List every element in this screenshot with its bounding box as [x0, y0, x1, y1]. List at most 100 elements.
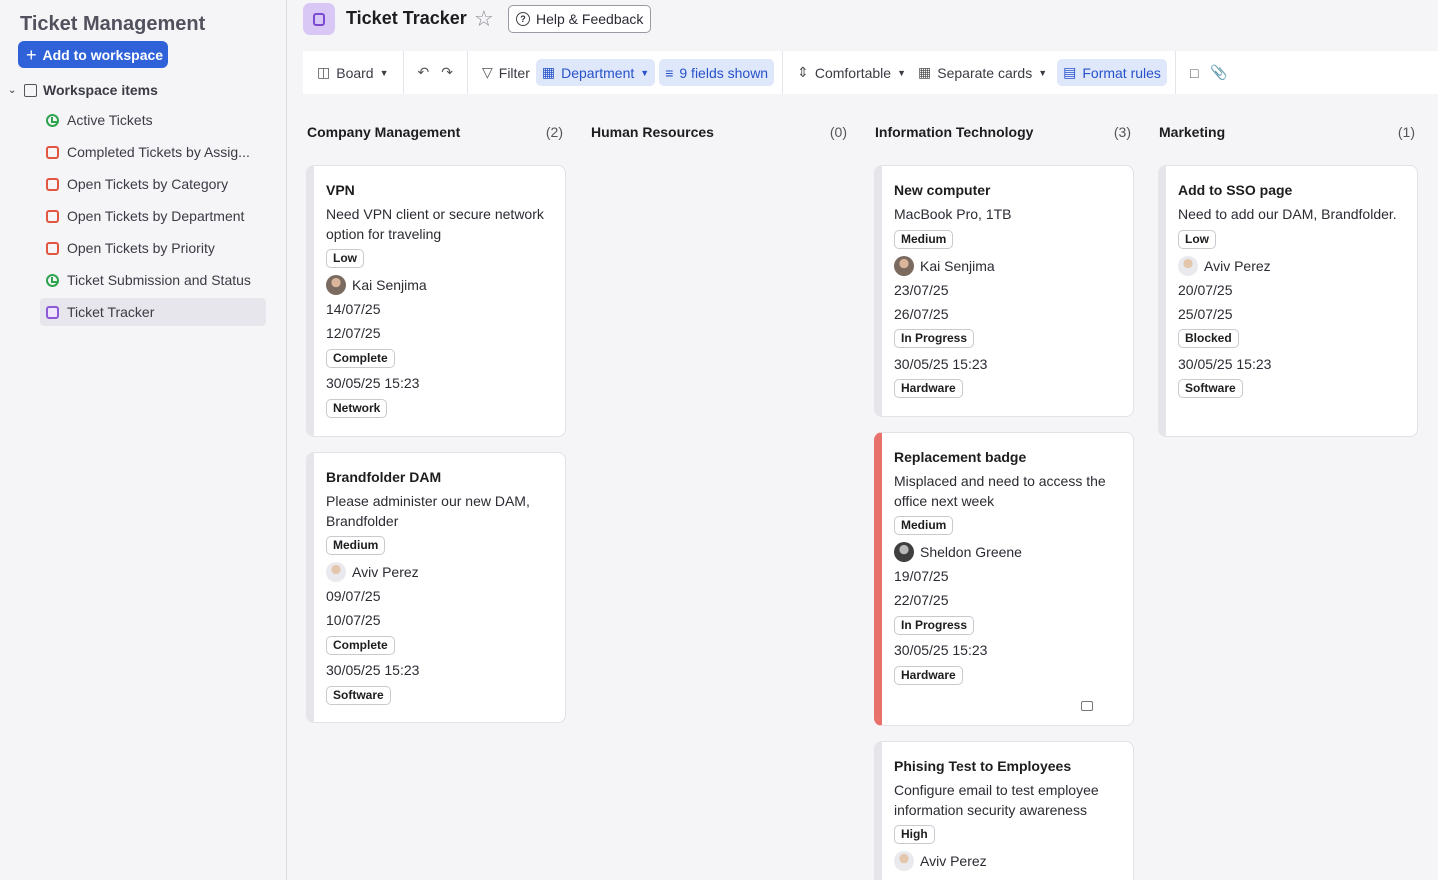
sidebar-item-submission-status[interactable]: Ticket Submission and Status — [40, 266, 266, 294]
chevron-down-icon: ▼ — [640, 67, 650, 78]
sidebar-item-ticket-tracker[interactable]: Ticket Tracker — [40, 298, 266, 326]
column-header: Company Management (2) — [303, 124, 563, 142]
card-description: MacBook Pro, 1TB — [894, 206, 1012, 222]
avatar — [326, 275, 346, 295]
comment-icon[interactable] — [1081, 701, 1093, 711]
sliders-icon: ≡ — [665, 64, 674, 81]
column-title: Marketing — [1159, 124, 1226, 140]
status-badge: In Progress — [894, 615, 975, 635]
column-header: Human Resources (0) — [587, 124, 847, 142]
start-date: 14/07/25 — [326, 301, 381, 317]
board-icon — [303, 3, 335, 35]
workspace-items-toggle[interactable]: ⌄ Workspace items — [8, 80, 158, 100]
priority-badge: High — [894, 825, 935, 844]
workspace-items-label: Workspace items — [43, 82, 158, 98]
assignee: Aviv Perez — [1178, 254, 1405, 278]
assignee: Kai Senjima — [326, 273, 553, 297]
ticket-card[interactable]: VPN Need VPN client or secure network op… — [306, 165, 566, 437]
board-column: Information Technology (3) — [871, 124, 1131, 142]
avatar — [1178, 255, 1198, 276]
plus-icon: + — [26, 44, 37, 65]
sidebar-item-label: Ticket Tracker — [67, 304, 155, 320]
workspace-title: Ticket Management — [20, 13, 206, 35]
card-title: New computer — [894, 182, 991, 198]
sidebar-item-open-by-category[interactable]: Open Tickets by Category — [40, 170, 266, 198]
due-date: 10/07/25 — [326, 612, 381, 628]
card-description: Configure email to test employee informa… — [894, 782, 1099, 818]
column-title: Information Technology — [875, 124, 1034, 140]
assignee: Kai Senjima — [894, 254, 1121, 278]
card-style-label: Separate cards — [937, 64, 1033, 81]
start-date: 09/07/25 — [326, 588, 381, 604]
sidebar-item-label: Open Tickets by Category — [67, 176, 229, 192]
help-feedback-button[interactable]: ? Help & Feedback — [508, 5, 652, 33]
chevron-down-icon: ▼ — [1038, 67, 1048, 78]
undo-button[interactable]: ↶ — [412, 59, 436, 86]
card-style-button[interactable]: ▦ Separate cards ▼ — [912, 59, 1053, 86]
sidebar-item-active-tickets[interactable]: Active Tickets — [40, 106, 266, 134]
star-icon[interactable]: ☆ — [474, 6, 494, 32]
ticket-card[interactable]: Phising Test to Employees Configure emai… — [874, 741, 1134, 880]
grid-icon: ▦ — [918, 64, 932, 80]
category-badge: Software — [326, 685, 391, 705]
density-button[interactable]: ⇕ Comfortable ▼ — [791, 59, 912, 86]
group-by-button[interactable]: ▦ Department ▼ — [535, 59, 656, 86]
page-title: Ticket Tracker — [346, 8, 467, 28]
filter-button[interactable]: ▽ Filter — [476, 59, 536, 86]
format-rules-button[interactable]: ▤ Format rules — [1057, 59, 1167, 86]
view-label: Board — [336, 64, 374, 81]
sidebar-item-label: Open Tickets by Department — [67, 208, 245, 224]
filter-icon: ▽ — [481, 64, 493, 80]
add-to-workspace-label: Add to workspace — [42, 46, 164, 63]
divider — [466, 51, 468, 94]
comment-icon: □ — [1189, 64, 1199, 81]
sidebar-item-completed-tickets[interactable]: Completed Tickets by Assig... — [40, 138, 266, 166]
ticket-card[interactable]: Replacement badge Misplaced and need to … — [874, 432, 1134, 726]
report-icon — [46, 177, 59, 191]
sidebar: Ticket Management + Add to workspace ⌄ W… — [0, 0, 287, 880]
ticket-card[interactable]: Add to SSO page Need to add our DAM, Bra… — [1158, 165, 1418, 437]
sidebar-item-open-by-priority[interactable]: Open Tickets by Priority — [40, 234, 266, 262]
fields-button[interactable]: ≡ 9 fields shown — [659, 59, 775, 86]
category-badge: Network — [326, 398, 388, 418]
created-date: 30/05/25 15:23 — [326, 662, 420, 678]
dashboard-icon — [46, 273, 59, 287]
divider — [1174, 51, 1176, 94]
card-title: Add to SSO page — [1178, 182, 1293, 198]
status-badge: Complete — [326, 635, 395, 655]
sidebar-item-open-by-department[interactable]: Open Tickets by Department — [40, 202, 266, 230]
group-icon: ▦ — [541, 64, 556, 80]
card-description: Need to add our DAM, Brandfolder. — [1178, 206, 1397, 222]
card-title: Brandfolder DAM — [326, 469, 442, 485]
card-description: Misplaced and need to access the office … — [894, 473, 1106, 509]
column-header: Marketing (1) — [1155, 124, 1415, 142]
report-icon — [46, 209, 59, 223]
help-feedback-label: Help & Feedback — [536, 11, 644, 27]
status-badge: In Progress — [894, 329, 975, 348]
column-count: (3) — [1113, 124, 1131, 140]
sidebar-item-label: Ticket Submission and Status — [67, 272, 251, 288]
assignee: Aviv Perez — [326, 560, 553, 584]
add-to-workspace-button[interactable]: + Add to workspace — [18, 41, 168, 68]
start-date: 19/07/25 — [894, 568, 949, 584]
priority-badge: Low — [1178, 229, 1216, 249]
priority-badge: Low — [326, 249, 364, 268]
category-badge: Hardware — [894, 379, 963, 398]
board-column: Marketing (1) — [1155, 124, 1415, 142]
ticket-card[interactable]: Brandfolder DAM Please administer our ne… — [306, 452, 566, 723]
status-badge: Blocked — [1178, 329, 1239, 348]
avatar — [894, 542, 914, 562]
created-date: 30/05/25 15:23 — [1178, 355, 1272, 372]
comments-button[interactable]: □ — [1184, 59, 1204, 86]
divider — [782, 51, 784, 94]
redo-button[interactable]: ↷ — [435, 59, 459, 86]
assignee-name: Aviv Perez — [920, 853, 987, 869]
report-icon — [46, 241, 59, 255]
assignee: Aviv Perez — [894, 849, 1121, 873]
view-selector[interactable]: ◫ Board ▼ — [311, 59, 395, 86]
attachments-button[interactable]: 📎 — [1204, 59, 1233, 86]
ticket-card[interactable]: New computer MacBook Pro, 1TB Medium Kai… — [874, 165, 1134, 417]
card-description: Please administer our new DAM, Brandfold… — [326, 493, 530, 529]
column-count: (0) — [829, 124, 847, 140]
created-date: 30/05/25 15:23 — [894, 642, 988, 658]
